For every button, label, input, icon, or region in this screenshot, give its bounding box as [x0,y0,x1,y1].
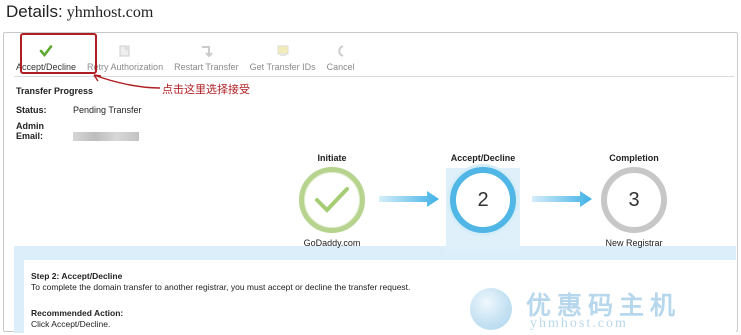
admin-email-label: Admin Email: [16,121,44,141]
status-row: Status: Pending Transfer [16,105,142,115]
step-initiate-title: Initiate [317,153,347,163]
get-transfer-ids-label: Get Transfer IDs [249,62,316,72]
retry-icon [117,43,133,59]
admin-email-redacted [73,132,139,142]
cancel-button[interactable]: Cancel [327,43,355,72]
annotation-text: 点击这里选择接受 [162,84,250,96]
page-title: Details: yhmhost.com [6,2,153,22]
get-transfer-ids-button[interactable]: Get Transfer IDs [250,43,316,72]
step-completion-title: Completion [609,153,659,163]
step-accept-decline-circle: 2 [450,167,516,233]
recommended-action-heading: Recommended Action: [31,308,124,318]
status-value: Pending Transfer [73,105,142,115]
retry-authorization-button[interactable]: Retry Authorization [87,43,163,72]
watermark-globe-icon [470,288,512,330]
cancel-icon [333,43,349,59]
flow-arrow-icon [532,191,592,207]
step-completion-circle: 3 [601,167,667,233]
step-accept-decline-title: Accept/Decline [450,153,516,163]
restart-transfer-label: Restart Transfer [174,62,239,72]
recommended-action-text: Click Accept/Decline. [31,319,111,329]
watermark-subtext: yhmhost.com [530,316,628,331]
flow-arrow-icon [379,191,439,207]
step-2-number: 2 [477,188,489,211]
step-description: To complete the domain transfer to anoth… [31,282,411,292]
restart-icon [198,43,214,59]
domain-name: yhmhost.com [66,4,154,21]
details-label: Details: [6,2,63,21]
transfer-ids-icon [275,43,291,59]
annotation-arrow-icon [93,74,161,89]
checkmark-icon [315,187,349,213]
step-3-number: 3 [628,188,640,211]
transfer-progress-heading: Transfer Progress [16,86,94,96]
restart-transfer-button[interactable]: Restart Transfer [174,43,239,72]
step-heading: Step 2: Accept/Decline [31,271,123,281]
status-label: Status: [16,105,47,115]
cancel-label: Cancel [326,62,355,72]
admin-email-row: Admin Email: [16,121,139,142]
step-initiate-circle [299,167,365,233]
retry-authorization-label: Retry Authorization [87,62,164,72]
step-initiate-subtitle: GoDaddy.com [303,238,361,248]
annotation-highlight-box [20,33,97,74]
step-completion-subtitle: New Registrar [605,238,663,248]
